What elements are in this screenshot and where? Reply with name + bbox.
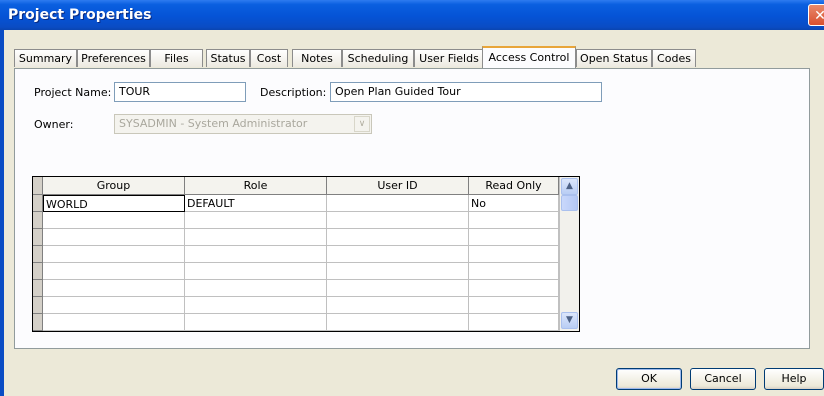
row-selector[interactable] (33, 263, 43, 280)
scroll-down-icon[interactable]: ▼ (561, 312, 578, 329)
tab-files[interactable]: Files (150, 49, 203, 67)
cell-user-id[interactable] (327, 246, 469, 263)
owner-value: SYSADMIN - System Administrator (119, 117, 308, 130)
tab-access-control[interactable]: Access Control (482, 46, 576, 68)
cell-user-id[interactable] (327, 195, 469, 212)
cell-read-only[interactable] (469, 314, 559, 331)
help-button[interactable]: Help (764, 368, 824, 390)
tab-summary[interactable]: Summary (14, 49, 77, 67)
tab-user-fields[interactable]: User Fields (414, 49, 484, 67)
tab-codes[interactable]: Codes (652, 49, 696, 67)
row-selector[interactable] (33, 314, 43, 331)
title-bar[interactable]: Project Properties ✕ (0, 0, 824, 30)
cell-read-only[interactable] (469, 229, 559, 246)
access-grid: Group Role User ID Read Only WORLD DEFAUL… (32, 176, 580, 332)
cell-read-only[interactable] (469, 297, 559, 314)
cell-read-only[interactable] (469, 246, 559, 263)
project-name-label: Project Name: (34, 86, 112, 99)
row-selector[interactable] (33, 195, 43, 212)
owner-label: Owner: (34, 118, 74, 131)
cell-user-id[interactable] (327, 263, 469, 280)
tab-preferences[interactable]: Preferences (77, 49, 150, 67)
column-header-group[interactable]: Group (43, 177, 185, 195)
row-selector[interactable] (33, 280, 43, 297)
cell-role[interactable] (185, 229, 327, 246)
cell-group[interactable] (43, 263, 185, 280)
grid-vertical-scrollbar[interactable]: ▲ ▼ (559, 177, 579, 331)
cell-user-id[interactable] (327, 212, 469, 229)
description-field[interactable]: Open Plan Guided Tour (330, 82, 602, 102)
project-name-field[interactable]: TOUR (114, 82, 246, 102)
cell-group[interactable] (43, 314, 185, 331)
row-selector[interactable] (33, 246, 43, 263)
tab-scheduling[interactable]: Scheduling (342, 49, 414, 67)
cell-group[interactable] (43, 297, 185, 314)
cell-role[interactable]: DEFAULT (185, 195, 327, 212)
cancel-button[interactable]: Cancel (690, 368, 756, 390)
cell-role[interactable] (185, 280, 327, 297)
cell-group[interactable] (43, 280, 185, 297)
window-title: Project Properties (8, 7, 152, 23)
cell-user-id[interactable] (327, 280, 469, 297)
scroll-up-icon[interactable]: ▲ (561, 178, 578, 195)
chevron-down-icon[interactable]: ∨ (354, 116, 370, 132)
cell-read-only[interactable] (469, 280, 559, 297)
cell-read-only[interactable] (469, 263, 559, 280)
cell-read-only[interactable] (469, 212, 559, 229)
grid-corner (33, 177, 43, 195)
cell-group[interactable] (43, 229, 185, 246)
tab-status[interactable]: Status (206, 49, 250, 67)
cell-user-id[interactable] (327, 229, 469, 246)
cell-user-id[interactable] (327, 314, 469, 331)
tab-notes[interactable]: Notes (292, 49, 342, 67)
tab-open-status[interactable]: Open Status (576, 49, 652, 67)
column-header-read-only[interactable]: Read Only (469, 177, 559, 195)
close-button[interactable]: ✕ (808, 4, 824, 26)
cell-group[interactable] (43, 212, 185, 229)
cell-group[interactable]: WORLD (43, 195, 185, 212)
column-header-user-id[interactable]: User ID (327, 177, 469, 195)
column-header-role[interactable]: Role (185, 177, 327, 195)
scroll-thumb[interactable] (561, 195, 578, 211)
ok-button[interactable]: OK (616, 368, 682, 390)
cell-role[interactable] (185, 297, 327, 314)
tab-cost[interactable]: Cost (250, 49, 288, 67)
row-selector[interactable] (33, 297, 43, 314)
project-properties-dialog: Project Properties ✕ Summary Preferences… (0, 0, 824, 396)
row-selector[interactable] (33, 229, 43, 246)
window-border (0, 30, 4, 396)
cell-user-id[interactable] (327, 297, 469, 314)
row-selector[interactable] (33, 212, 43, 229)
cell-role[interactable] (185, 314, 327, 331)
cell-group[interactable] (43, 246, 185, 263)
owner-dropdown[interactable]: SYSADMIN - System Administrator ∨ (114, 114, 372, 134)
cell-role[interactable] (185, 246, 327, 263)
close-icon: ✕ (814, 8, 824, 24)
cell-read-only[interactable]: No (469, 195, 559, 212)
cell-role[interactable] (185, 212, 327, 229)
cell-role[interactable] (185, 263, 327, 280)
description-label: Description: (260, 86, 327, 99)
